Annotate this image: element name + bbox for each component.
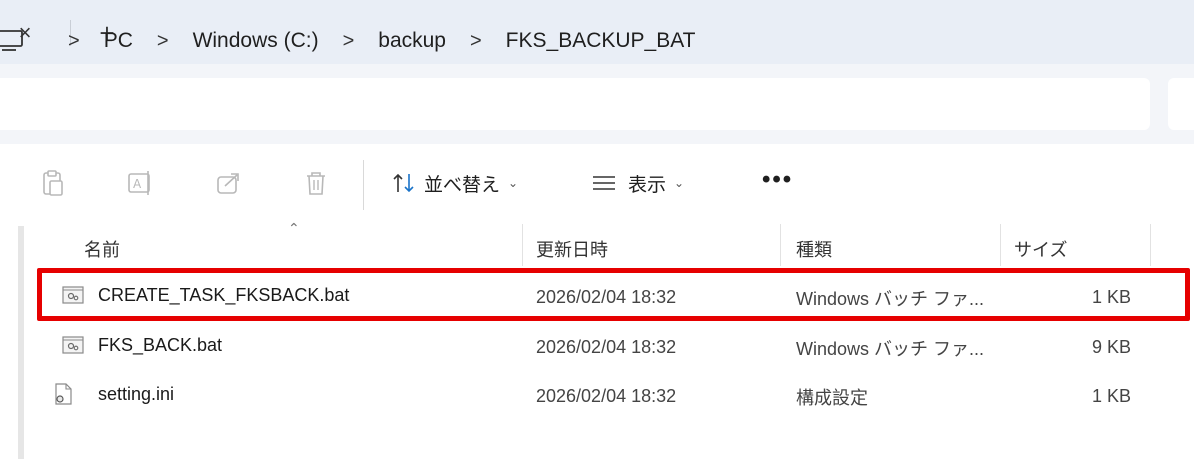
breadcrumb: > PC > Windows (C:) > backup > FKS_BACKU… — [68, 28, 720, 54]
more-options-button[interactable]: ••• — [762, 166, 793, 194]
breadcrumb-backup[interactable]: backup — [378, 29, 446, 53]
file-type: 構成設定 — [796, 388, 868, 408]
batch-file-icon — [62, 336, 84, 354]
chevron-down-icon: ⌄ — [508, 176, 519, 190]
svg-text:A: A — [133, 177, 142, 191]
sort-button[interactable]: 並べ替え ⌄ — [392, 170, 518, 196]
view-label: 表示 — [628, 174, 667, 196]
highlight-box — [37, 268, 1190, 321]
file-size: 1 KB — [1092, 386, 1132, 406]
address-bar-area — [0, 64, 1194, 144]
paste-icon[interactable] — [38, 168, 68, 198]
sort-label: 並べ替え — [424, 174, 501, 196]
breadcrumb-separator: > — [469, 29, 482, 52]
sort-icon — [393, 173, 414, 193]
file-modified: 2026/02/04 18:32 — [536, 337, 677, 357]
file-type: Windows バッチ ファ... — [796, 339, 985, 359]
column-divider — [1000, 224, 1001, 266]
list-view-icon — [593, 176, 615, 190]
file-name[interactable]: FKS_BACK.bat — [98, 335, 222, 356]
breadcrumb-drive[interactable]: Windows (C:) — [193, 29, 319, 53]
column-divider — [780, 224, 781, 266]
config-file-icon — [55, 383, 72, 405]
column-header-size[interactable]: サイズ — [1014, 236, 1067, 262]
column-header-name[interactable]: 名前 — [84, 236, 120, 262]
view-button[interactable]: 表示 ⌄ — [592, 170, 684, 196]
breadcrumb-current-folder[interactable]: FKS_BACKUP_BAT — [506, 29, 696, 53]
chevron-down-icon: ⌄ — [674, 176, 685, 190]
command-divider — [363, 160, 364, 210]
delete-icon[interactable] — [301, 168, 331, 198]
column-divider — [1150, 224, 1151, 266]
breadcrumb-separator: > — [156, 29, 169, 52]
address-bar[interactable] — [0, 78, 1150, 130]
column-header-modified[interactable]: 更新日時 — [536, 236, 608, 262]
file-modified: 2026/02/04 18:32 — [536, 386, 677, 406]
rename-icon[interactable]: A — [126, 168, 156, 198]
sort-ascending-indicator: ⌃ — [288, 220, 300, 236]
column-divider — [522, 224, 523, 266]
file-size: 9 KB — [1092, 337, 1132, 357]
column-header-type[interactable]: 種類 — [796, 236, 832, 262]
breadcrumb-separator: > — [342, 29, 355, 52]
pc-icon[interactable] — [0, 30, 26, 52]
search-box[interactable] — [1168, 78, 1194, 130]
share-icon[interactable] — [214, 168, 244, 198]
breadcrumb-separator: > — [68, 29, 80, 52]
breadcrumb-pc[interactable]: PC — [104, 29, 133, 53]
file-name[interactable]: setting.ini — [98, 384, 174, 405]
